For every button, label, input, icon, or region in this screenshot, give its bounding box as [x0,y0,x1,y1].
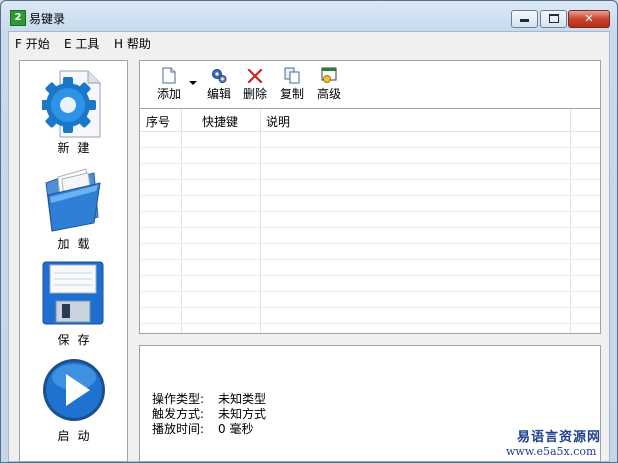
column-divider [570,109,571,333]
open-folder-icon [45,168,101,232]
add-dropdown-arrow-icon[interactable] [189,81,197,85]
trigger-value: 未知方式 [218,407,267,421]
column-header-hotkey[interactable]: 快捷键 [202,113,238,130]
new-file-icon [162,67,176,84]
maximize-icon [548,14,559,23]
advanced-button[interactable]: 高级 [316,65,342,105]
watermark-url: www.e5a5x.com [506,445,597,458]
advanced-button-label: 高级 [316,87,341,101]
add-button[interactable]: 添加 [154,65,184,105]
edit-button-label: 编辑 [206,87,231,101]
column-divider [181,109,182,333]
title-bar[interactable]: 2 易键录 ✕ [1,1,617,31]
load-button[interactable]: 加载 [20,157,127,251]
save-button-label: 保存 [57,333,98,347]
save-button[interactable]: 保存 [20,253,127,347]
playback-value: 0 毫秒 [218,422,254,436]
load-button-label: 加载 [57,237,98,251]
playback-row: 播放时间: 0 毫秒 [152,420,253,437]
window-title: 易键录 [29,12,66,26]
action-panel: 新建 加载 保存 启动 [19,60,128,462]
new-button[interactable]: 新建 [20,61,127,155]
client-area: F 开始 E 工具 H 帮助 新建 加载 保存 启动 添加 编辑 删除 复制 高… [8,31,610,462]
delete-button-label: 删除 [242,87,267,101]
edit-button[interactable]: 编辑 [206,65,232,105]
op-type-value: 未知类型 [218,392,267,406]
list-grid [140,132,600,333]
column-header-index[interactable]: 序号 [146,113,170,130]
watermark-text: 易语言资源网 [516,430,601,445]
playback-label: 播放时间: [152,422,205,436]
advanced-window-icon [321,67,337,83]
start-button[interactable]: 启动 [20,349,127,443]
play-icon [43,359,105,421]
delete-button[interactable]: 删除 [242,65,268,105]
start-button-label: 启动 [57,429,98,443]
menu-tools[interactable]: E 工具 [64,35,99,52]
minimize-button[interactable] [511,10,538,28]
close-button[interactable]: ✕ [568,10,610,28]
maximize-button[interactable] [540,10,567,28]
column-divider [260,109,261,333]
app-icon[interactable]: 2 [10,10,26,26]
list-header: 序号 快捷键 说明 [140,109,600,132]
delete-x-icon [247,68,263,84]
column-header-description[interactable]: 说明 [266,113,290,130]
menu-start[interactable]: F 开始 [15,35,50,52]
floppy-disk-icon [42,261,104,325]
app-window: 2 易键录 ✕ F 开始 E 工具 H 帮助 新建 加载 保存 启动 添加 编辑… [0,0,618,463]
copy-icon [284,67,300,84]
copy-button-label: 复制 [279,87,304,101]
add-button-label: 添加 [156,87,181,101]
hotkey-list[interactable]: 序号 快捷键 说明 [139,108,601,334]
close-icon: ✕ [584,12,594,25]
minimize-icon [520,19,529,22]
toolbar: 添加 编辑 删除 复制 高级 [139,60,601,108]
copy-button[interactable]: 复制 [279,65,305,105]
new-button-label: 新建 [57,141,98,155]
menu-bar: F 开始 E 工具 H 帮助 [9,32,609,52]
gear-document-icon [42,70,101,138]
menu-help[interactable]: H 帮助 [114,35,151,52]
gears-icon [212,69,227,83]
